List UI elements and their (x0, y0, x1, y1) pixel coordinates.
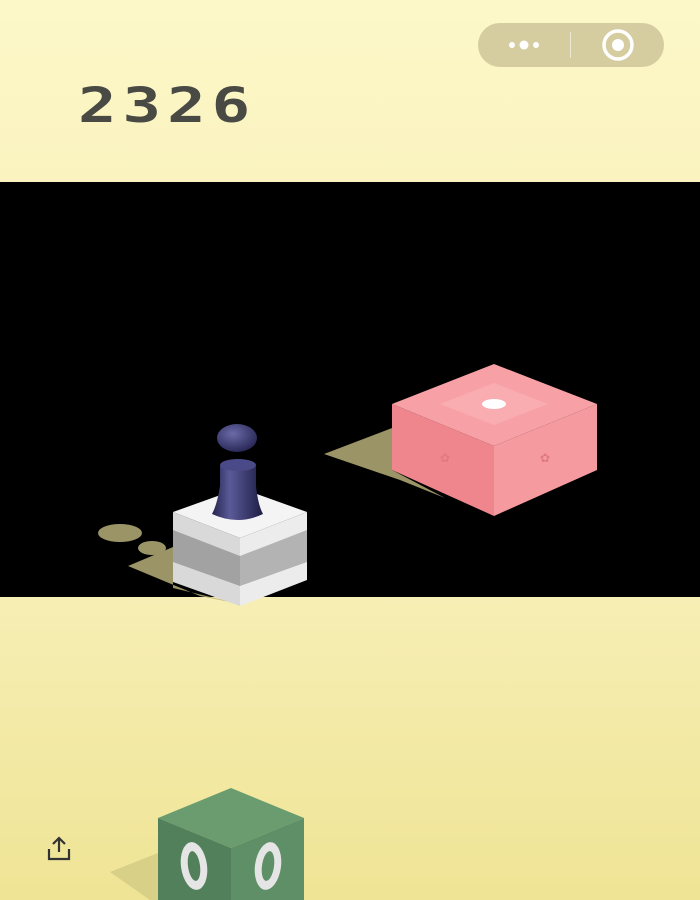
svg-text:✿: ✿ (540, 451, 550, 465)
platform-center-dot (482, 399, 506, 409)
share-upload-icon[interactable] (44, 834, 74, 864)
pink-platform: ✿ ✿ (392, 364, 597, 516)
green-cube-shadow (110, 853, 158, 900)
game-scene: ✿ ✿ (98, 364, 597, 900)
green-cube (158, 788, 304, 900)
player-piece (212, 424, 263, 520)
svg-text:✿: ✿ (440, 451, 450, 465)
